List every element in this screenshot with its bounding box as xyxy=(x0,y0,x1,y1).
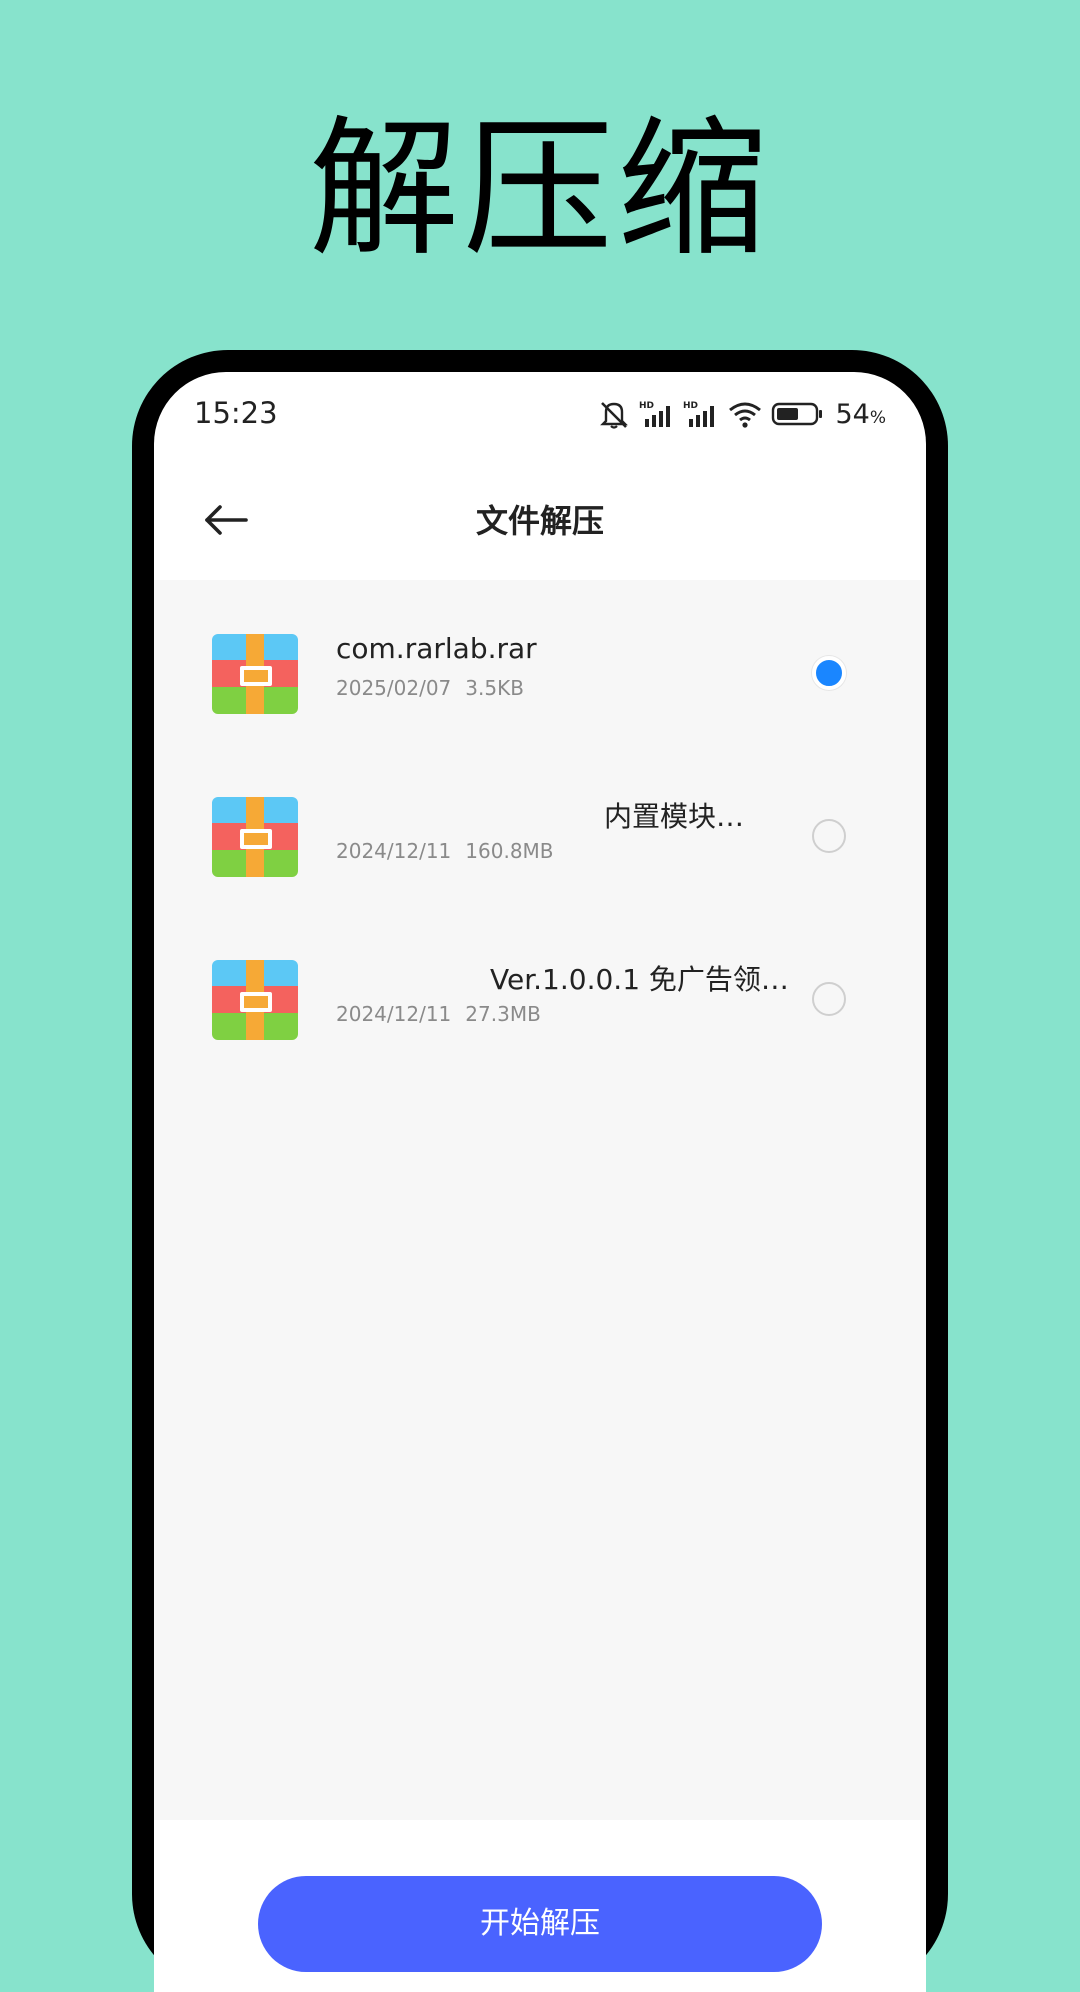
file-date: 2024/12/11 xyxy=(336,839,452,863)
file-size: 27.3MB xyxy=(465,1002,541,1026)
file-meta: 2024/12/11 160.8MB xyxy=(336,839,554,863)
svg-text:HD: HD xyxy=(639,401,654,411)
file-radio-selected[interactable] xyxy=(812,656,846,690)
hd-signal-icon: HD xyxy=(639,399,675,429)
page-title: 文件解压 xyxy=(475,502,604,540)
status-bar: 15:23 HD HD 54% xyxy=(154,372,926,462)
file-list: com.rarlab.rar 2025/02/07 3.5KB 内置模块… 202… xyxy=(154,580,926,1820)
file-date: 2024/12/11 xyxy=(336,1002,452,1026)
status-time: 15:23 xyxy=(194,396,278,430)
file-name: 内置模块… xyxy=(604,800,745,833)
archive-icon xyxy=(212,634,298,714)
bottom-bar: 开始解压 xyxy=(154,1820,926,1992)
file-meta: 2025/02/07 3.5KB xyxy=(336,676,524,700)
mute-icon xyxy=(597,399,631,429)
file-item-1[interactable]: com.rarlab.rar 2025/02/07 3.5KB xyxy=(154,604,926,754)
file-name: Ver.1.0.0.1 免广告领… xyxy=(490,963,789,996)
status-icons: HD HD 54% xyxy=(597,394,886,434)
back-button[interactable] xyxy=(194,490,258,554)
hd-signal-icon: HD xyxy=(683,399,719,429)
file-radio[interactable] xyxy=(812,982,846,1016)
file-meta: 2024/12/11 27.3MB xyxy=(336,1002,541,1026)
file-name: com.rarlab.rar xyxy=(336,632,537,665)
file-item-3[interactable]: Ver.1.0.0.1 免广告领… 2024/12/11 27.3MB xyxy=(154,930,926,1080)
svg-text:HD: HD xyxy=(683,401,698,411)
header: 文件解压 xyxy=(154,462,926,580)
phone-screen: 15:23 HD HD 54% 文件解压 com.rarlab.rar 2025… xyxy=(154,372,926,1992)
file-size: 160.8MB xyxy=(465,839,554,863)
file-size: 3.5KB xyxy=(465,676,524,700)
arrow-left-icon xyxy=(203,503,249,541)
battery-icon xyxy=(771,399,825,429)
file-item-2[interactable]: 内置模块… 2024/12/11 160.8MB xyxy=(154,767,926,917)
archive-icon xyxy=(212,960,298,1040)
file-date: 2025/02/07 xyxy=(336,676,452,700)
start-extract-button[interactable]: 开始解压 xyxy=(258,1876,822,1972)
file-radio[interactable] xyxy=(812,819,846,853)
archive-icon xyxy=(212,797,298,877)
battery-level: 54% xyxy=(835,398,886,430)
wifi-icon xyxy=(727,399,763,429)
promo-title: 解压缩 xyxy=(308,103,771,277)
